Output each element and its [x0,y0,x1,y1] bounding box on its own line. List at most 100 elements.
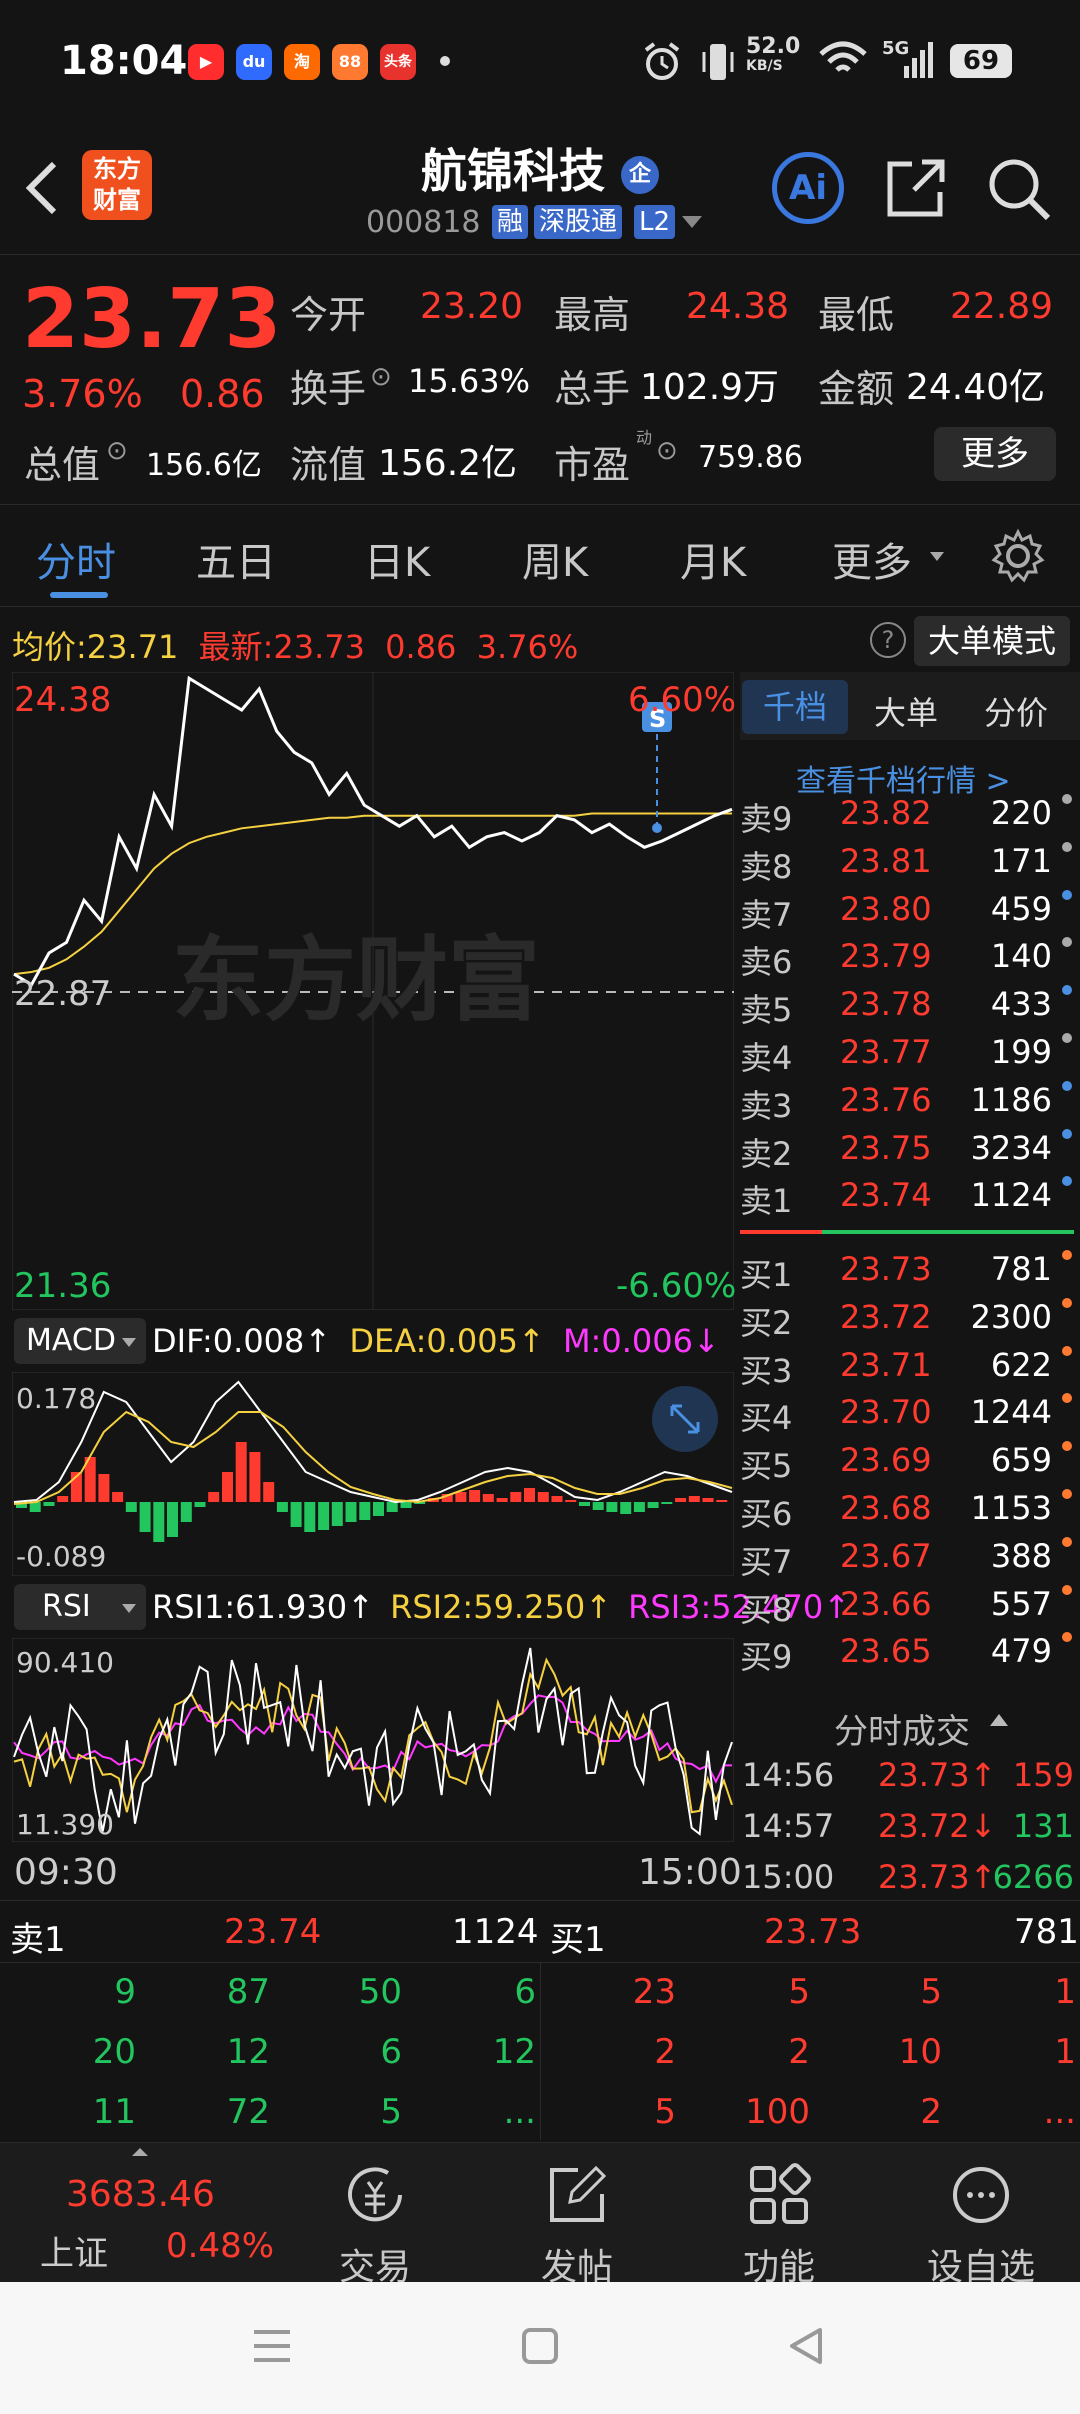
volume-label: 总手 [554,367,631,411]
y-max-label: 24.38 [14,680,112,720]
level-label: 买2 [740,1303,793,1342]
depth-sell-cell: 5 [380,2092,402,2132]
add-watchlist-icon[interactable] [946,2160,1016,2230]
tab-big-orders[interactable]: 大单 [874,688,938,734]
bid-row[interactable]: 买8 23.66 557 [740,1584,1080,1633]
bid-bar [822,1230,1074,1234]
ask-row[interactable]: 卖6 23.79 140 [740,937,1080,985]
macd-bar [661,1502,673,1504]
macd-bar [194,1502,206,1507]
level-label: 买7 [740,1542,793,1581]
tick-volume: 159 [1012,1756,1074,1794]
active-tab-indicator [50,592,108,598]
open-value: 23.20 [420,286,524,327]
info-icon[interactable]: ⊙ [656,436,678,466]
index-expand-icon[interactable] [132,2148,148,2156]
level-price: 23.69 [840,1441,932,1480]
video-app-icon: ▶ [188,44,224,80]
tick-row: 15:00 23.73↑ 6266 [740,1858,1080,1906]
rsi-y-bot: 11.390 [16,1808,114,1841]
ticks-title[interactable]: 分时成交 [834,1704,970,1753]
ask-row[interactable]: 卖4 23.77 199 [740,1033,1080,1081]
macd-bar [620,1502,632,1514]
level-dot [1062,889,1072,900]
rsi-selector[interactable]: RSI [14,1584,146,1630]
tab-monthly[interactable]: 月K [680,530,746,588]
tab-more[interactable]: 更多 [832,530,912,588]
tab-thousand-levels[interactable]: 千档 [742,680,848,734]
level-dot [1062,1632,1072,1643]
tab-intraday[interactable]: 分时 [36,530,116,588]
share-icon[interactable] [884,156,948,220]
ask-row[interactable]: 卖3 23.76 1186 [740,1080,1080,1129]
depth-sell-cell: 20 [92,2032,136,2072]
turnover-label: 换手 [290,367,367,411]
bid-row[interactable]: 买9 23.65 479 [740,1632,1080,1680]
tab-price-distribution[interactable]: 分价 [984,688,1048,734]
level-price: 23.73 [840,1250,932,1288]
pe-label: 市盈 [554,443,631,487]
bid-row[interactable]: 买7 23.67 388 [740,1536,1080,1585]
search-icon[interactable] [986,156,1052,222]
level-dot [1062,1033,1072,1043]
level-volume: 388 [990,1536,1052,1575]
level-label: 卖1 [740,1182,793,1221]
level-label: 卖3 [740,1086,793,1125]
ask-row[interactable]: 卖5 23.78 433 [740,985,1080,1033]
index-name[interactable]: 上证 [40,2226,108,2275]
home-icon[interactable] [520,2326,560,2366]
depth-buy-cell: 5 [654,2092,676,2132]
ask-row[interactable]: 卖1 23.74 1124 [740,1176,1080,1224]
bid-row[interactable]: 买6 23.68 1153 [740,1489,1080,1537]
depth-sell-cell: 50 [358,1972,402,2012]
expand-chart-button[interactable] [652,1386,718,1452]
level-dot [1062,794,1072,804]
depth-buy-cell: 5 [920,1972,942,2012]
tab-weekly[interactable]: 周K [522,530,588,588]
index-pct[interactable]: 0.48% [166,2226,274,2266]
tab-daily[interactable]: 日K [364,530,430,588]
ask-row[interactable]: 卖2 23.75 3234 [740,1128,1080,1177]
code-dropdown-icon[interactable] [682,216,702,228]
net-speed: 52.0 KB/S [746,34,801,75]
info-icon[interactable]: ⊙ [370,362,392,392]
low-value: 22.89 [950,286,1054,327]
post-icon[interactable] [542,2160,612,2230]
trade-icon[interactable] [340,2160,410,2230]
bid-row[interactable]: 买4 23.70 1244 [740,1393,1080,1441]
big-order-mode-button[interactable]: 大单模式 [914,616,1070,666]
bid-row[interactable]: 买2 23.72 2300 [740,1297,1080,1346]
ai-button[interactable]: Ai [772,152,844,224]
index-value[interactable]: 3683.46 [66,2174,215,2215]
functions-icon[interactable] [744,2160,814,2230]
divider [0,606,1080,607]
back-nav-icon[interactable] [786,2326,826,2366]
ask-row[interactable]: 卖8 23.81 171 [740,841,1080,890]
intraday-chart[interactable]: 东方财富 S [12,672,734,1310]
level-label: 买3 [740,1351,793,1390]
ask-row[interactable]: 卖7 23.80 459 [740,889,1080,938]
help-icon[interactable]: ? [870,622,906,658]
depth-sell-price: 23.74 [224,1912,322,1952]
ticks-collapse-icon[interactable] [990,1714,1008,1726]
level-label: 买5 [740,1447,793,1486]
settings-gear-icon[interactable] [990,528,1046,584]
menu-icon[interactable] [250,2326,294,2366]
bid-row[interactable]: 买5 23.69 659 [740,1441,1080,1489]
level-dot [1062,1128,1072,1139]
level-price: 23.72 [840,1297,932,1336]
taobao-app-icon: 淘 [284,44,320,80]
bid-row[interactable]: 买1 23.73 781 [740,1250,1080,1298]
macd-bar [263,1482,275,1502]
pe-value: 759.86 [698,440,803,475]
macd-selector[interactable]: MACD [14,1318,146,1364]
ask-row[interactable]: 卖9 23.82 220 [740,794,1080,842]
macd-bar [373,1502,384,1516]
macd-bar [688,1496,700,1502]
tag-connect: 深股通 [534,205,623,239]
depth-sell-cell: 6 [514,1972,536,2012]
bid-row[interactable]: 买3 23.71 622 [740,1345,1080,1394]
tab-5day[interactable]: 五日 [196,530,276,588]
info-icon[interactable]: ⊙ [106,436,128,466]
more-button[interactable]: 更多 [934,427,1056,481]
